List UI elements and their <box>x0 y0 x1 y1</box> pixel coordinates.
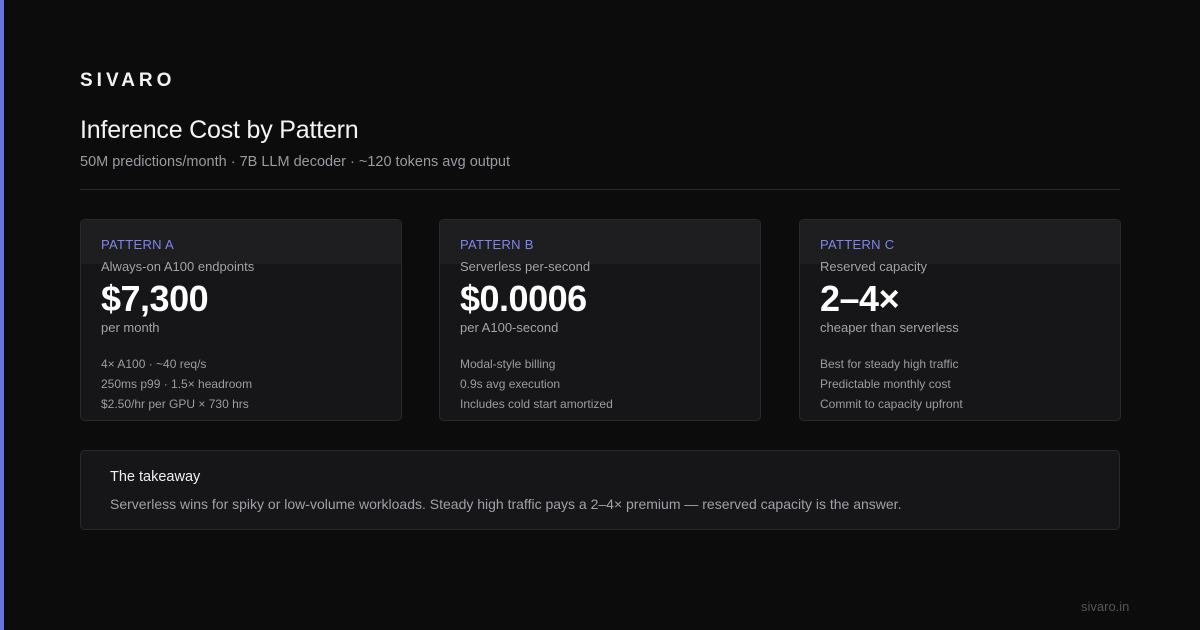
page-title: Inference Cost by Pattern <box>80 116 359 144</box>
card-note: 4× A100 · ~40 req/s <box>101 357 207 371</box>
footer-url: sivaro.in <box>1081 599 1130 614</box>
card-label: PATTERN B <box>460 237 534 252</box>
card-unit: per A100-second <box>460 320 559 335</box>
card-subtitle: Serverless per-second <box>460 259 591 274</box>
card-note: Modal-style billing <box>460 357 556 371</box>
divider <box>80 189 1120 190</box>
card-note: Commit to capacity upfront <box>820 397 963 411</box>
card-value: $7,300 <box>101 278 209 319</box>
card-value: 2–4× <box>820 278 900 319</box>
accent-bar <box>0 0 4 630</box>
pattern-card-c: PATTERN C Reserved capacity 2–4× cheaper… <box>799 219 1121 421</box>
card-note: Includes cold start amortized <box>460 397 613 411</box>
card-notes: Modal-style billing 0.9s avg execution I… <box>460 354 613 414</box>
takeaway-body: Serverless wins for spiky or low-volume … <box>110 496 902 512</box>
card-note: Best for steady high traffic <box>820 357 959 371</box>
card-unit: cheaper than serverless <box>820 320 959 335</box>
card-value: $0.0006 <box>460 278 587 319</box>
card-label: PATTERN A <box>101 237 175 252</box>
pattern-card-b: PATTERN B Serverless per-second $0.0006 … <box>439 219 761 421</box>
card-unit: per month <box>101 320 160 335</box>
brand-logo: SIVARO <box>80 70 176 91</box>
card-subtitle: Reserved capacity <box>820 259 927 274</box>
takeaway-title: The takeaway <box>110 469 201 485</box>
card-note: 0.9s avg execution <box>460 377 561 391</box>
takeaway-box: The takeaway Serverless wins for spiky o… <box>80 450 1120 530</box>
card-notes: Best for steady high traffic Predictable… <box>820 354 963 414</box>
card-note: Predictable monthly cost <box>820 377 951 391</box>
card-label: PATTERN C <box>820 237 895 252</box>
page-subtitle: 50M predictions/month · 7B LLM decoder ·… <box>80 154 511 170</box>
card-note: $2.50/hr per GPU × 730 hrs <box>101 397 249 411</box>
card-note: 250ms p99 · 1.5× headroom <box>101 377 253 391</box>
card-subtitle: Always-on A100 endpoints <box>101 259 255 274</box>
card-notes: 4× A100 · ~40 req/s 250ms p99 · 1.5× hea… <box>101 354 252 414</box>
pattern-card-a: PATTERN A Always-on A100 endpoints $7,30… <box>80 219 402 421</box>
